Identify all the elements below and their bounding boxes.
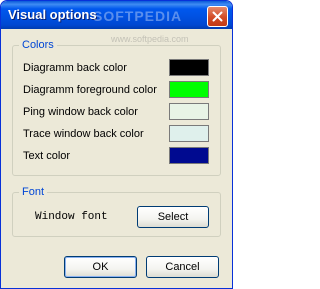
trace-window-back-color-label: Trace window back color (23, 128, 144, 140)
text-color-swatch[interactable] (169, 147, 209, 164)
title-bar[interactable]: Visual options SOFTPEDIA (1, 1, 232, 29)
cancel-button[interactable]: Cancel (146, 256, 219, 278)
window-title: Visual options (8, 7, 97, 22)
colors-group-label: Colors (19, 39, 57, 52)
watermark: SOFTPEDIA (93, 8, 183, 24)
diagramm-back-color-swatch[interactable] (169, 59, 209, 76)
diagramm-foreground-color-label: Diagramm foreground color (23, 84, 157, 96)
close-button[interactable] (207, 6, 228, 27)
font-group-label: Font (19, 186, 48, 199)
ping-window-back-color-swatch[interactable] (169, 103, 209, 120)
font-sample: Window font (35, 211, 108, 223)
close-icon (212, 11, 223, 22)
watermark-url: www.softpedia.com (111, 34, 189, 44)
select-font-button[interactable]: Select (137, 206, 209, 228)
ping-window-back-color-label: Ping window back color (23, 106, 138, 118)
diagramm-back-color-label: Diagramm back color (23, 62, 127, 74)
text-color-label: Text color (23, 150, 71, 162)
trace-window-back-color-swatch[interactable] (169, 125, 209, 142)
ok-button[interactable]: OK (64, 256, 137, 278)
visual-options-dialog: Visual options SOFTPEDIA www.softpedia.c… (0, 0, 233, 289)
diagramm-foreground-color-swatch[interactable] (169, 81, 209, 98)
